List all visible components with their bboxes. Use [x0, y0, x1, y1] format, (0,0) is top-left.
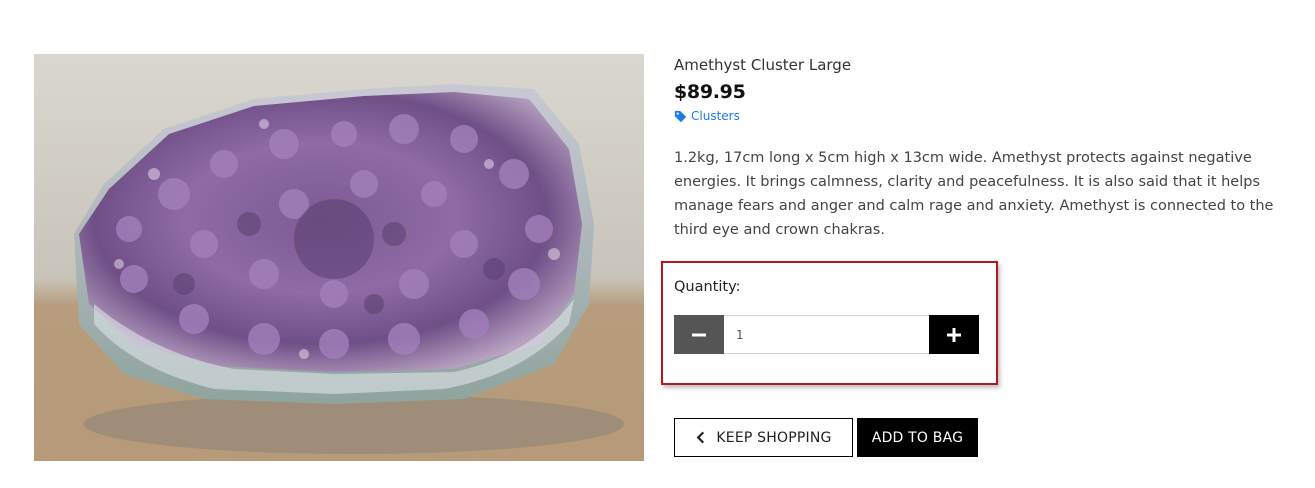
product-price: $89.95: [674, 81, 746, 103]
product-details: Amethyst Cluster Large $89.95 Clusters 1…: [674, 54, 1289, 242]
add-to-bag-label: ADD TO BAG: [871, 429, 964, 446]
product-description: 1.2kg, 17cm long x 5cm high x 13cm wide.…: [674, 149, 1274, 238]
chevron-left-icon: [697, 431, 705, 444]
plus-icon: [947, 327, 961, 342]
increment-quantity-button[interactable]: [929, 315, 979, 354]
quantity-input[interactable]: [724, 315, 929, 354]
product-name: Amethyst Cluster Large: [674, 56, 852, 74]
quantity-label: Quantity:: [674, 279, 741, 295]
action-buttons: KEEP SHOPPING ADD TO BAG: [674, 418, 978, 457]
add-to-bag-button[interactable]: ADD TO BAG: [857, 418, 978, 457]
minus-icon: [692, 333, 706, 336]
category-link[interactable]: Clusters: [674, 108, 740, 124]
amethyst-photo: [34, 54, 644, 461]
quantity-stepper: [674, 315, 979, 354]
decrement-quantity-button[interactable]: [674, 315, 724, 354]
keep-shopping-button[interactable]: KEEP SHOPPING: [674, 418, 853, 457]
product-image: [34, 54, 644, 461]
category-label: Clusters: [691, 109, 740, 123]
keep-shopping-label: KEEP SHOPPING: [716, 429, 832, 446]
tag-icon: [674, 110, 687, 122]
